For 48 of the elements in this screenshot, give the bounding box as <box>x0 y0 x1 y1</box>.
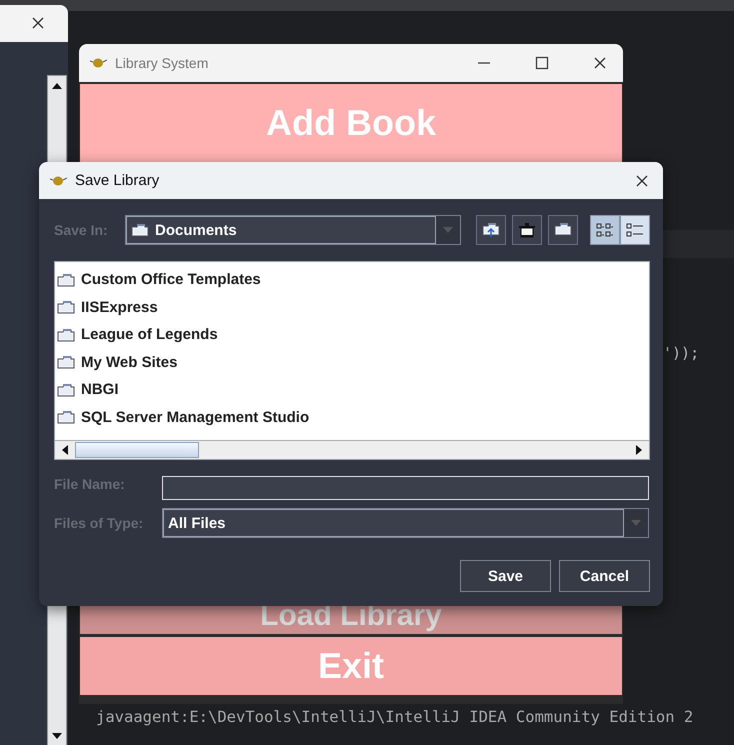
folder-icon <box>554 222 572 238</box>
down-arrow-icon <box>51 732 63 740</box>
close-icon <box>635 174 649 188</box>
folder-icon <box>57 328 75 342</box>
maximize-icon <box>535 56 549 70</box>
file-name-field[interactable] <box>162 476 649 500</box>
close-icon <box>593 56 607 70</box>
home-button[interactable] <box>512 215 542 245</box>
bug-icon <box>89 56 107 70</box>
dialog-title: Save Library <box>75 172 160 189</box>
left-arrow-icon <box>61 444 69 456</box>
right-arrow-icon <box>635 444 643 456</box>
folder-dropdown[interactable]: Documents <box>125 215 461 245</box>
code-text: ')); <box>663 344 700 362</box>
file-item[interactable]: League of Legends <box>81 326 218 344</box>
close-icon <box>31 16 45 30</box>
window-title: Library System <box>115 55 208 71</box>
folder-icon <box>57 410 75 424</box>
file-type-dropdown[interactable]: All Files <box>162 508 649 538</box>
file-item[interactable]: IISExpress <box>81 298 158 316</box>
bug-icon <box>49 174 67 188</box>
folder-icon <box>57 382 75 397</box>
folder-icon <box>131 223 149 237</box>
up-folder-button[interactable] <box>476 215 506 245</box>
list-icon <box>626 222 644 238</box>
dialog-button[interactable]: Cancel <box>559 560 650 592</box>
file-item[interactable]: SQL Server Management Studio <box>81 408 310 426</box>
console-text: javaagent:E:\DevTools\IntelliJ\IntelliJ IDEA Community Edition 2 <box>96 708 694 726</box>
folder-up-icon <box>482 222 500 238</box>
caret-icon <box>631 520 641 526</box>
dropdown-value: Documents <box>155 222 237 238</box>
folder-icon <box>57 272 75 287</box>
up-arrow-icon <box>51 82 63 90</box>
folder-icon <box>57 355 75 370</box>
list-view-button[interactable] <box>590 215 620 245</box>
file-item[interactable]: NBGI <box>81 381 118 398</box>
scrollbar[interactable] <box>55 440 649 459</box>
file-item[interactable]: Custom Office Templates <box>81 271 261 288</box>
caret-icon <box>443 227 453 233</box>
dropdown-value: All Files <box>168 514 226 532</box>
file-item[interactable]: My Web Sites <box>81 354 178 371</box>
pot-icon <box>518 222 536 238</box>
dialog-button[interactable]: Save <box>460 560 551 592</box>
details-view-button[interactable] <box>620 215 650 245</box>
grid-icon <box>596 222 614 238</box>
scroll-thumb[interactable] <box>75 442 199 458</box>
folder-icon <box>57 300 75 314</box>
new-folder-button[interactable] <box>548 215 578 245</box>
